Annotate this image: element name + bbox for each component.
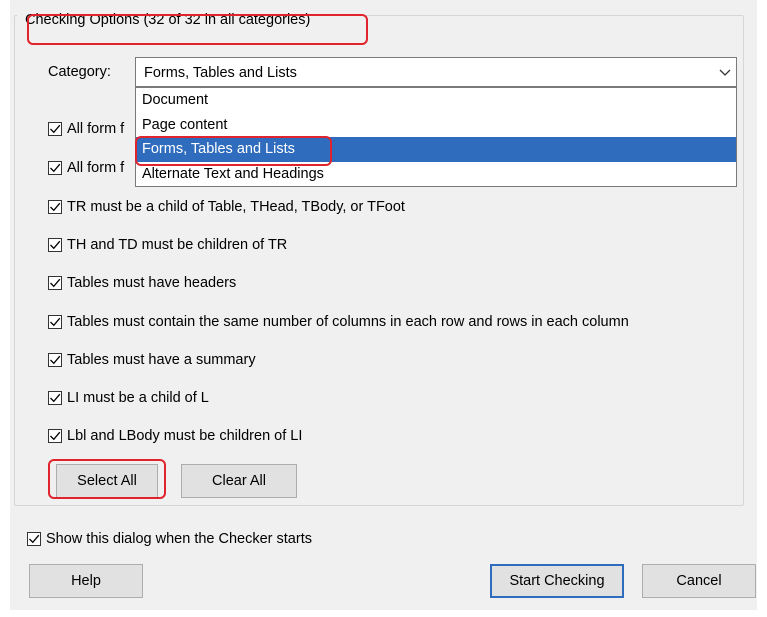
dropdown-option-document[interactable]: Document (136, 88, 736, 113)
check-row-th-td[interactable]: TH and TD must be children of TR (48, 235, 287, 255)
check-label: LI must be a child of L (67, 390, 209, 406)
category-dropdown-list: Document Page content Forms, Tables and … (135, 87, 737, 187)
chevron-down-icon (719, 69, 731, 76)
check-row-li-child[interactable]: LI must be a child of L (48, 388, 209, 408)
checkbox-checked-icon (48, 200, 62, 214)
checkbox-checked-icon (48, 161, 62, 175)
check-label: Tables must have headers (67, 275, 237, 291)
show-dialog-checkbox-row[interactable]: Show this dialog when the Checker starts (27, 529, 312, 549)
checkbox-checked-icon (48, 122, 62, 136)
check-row-headers[interactable]: Tables must have headers (48, 273, 236, 293)
group-title-wrap: Checking Options (32 of 32 in all catego… (17, 3, 319, 37)
check-label: All form f (67, 121, 125, 137)
check-label: TH and TD must be children of TR (67, 237, 288, 253)
show-dialog-label: Show this dialog when the Checker starts (46, 531, 312, 547)
check-row-summary[interactable]: Tables must have a summary (48, 350, 256, 370)
category-select[interactable]: Forms, Tables and Lists (135, 57, 737, 87)
checkbox-checked-icon (48, 238, 62, 252)
check-row-columns[interactable]: Tables must contain the same number of c… (48, 312, 629, 332)
check-label: TR must be a child of Table, THead, TBod… (67, 199, 405, 215)
select-all-button[interactable]: Select All (56, 464, 158, 498)
check-label: All form f (67, 160, 125, 176)
start-checking-button[interactable]: Start Checking (490, 564, 624, 598)
group-title: Checking Options (32 of 32 in all catego… (25, 12, 311, 28)
checkbox-checked-icon (48, 315, 62, 329)
dropdown-option-page-content[interactable]: Page content (136, 113, 736, 138)
checkbox-checked-icon (48, 391, 62, 405)
checkbox-checked-icon (27, 532, 41, 546)
help-button[interactable]: Help (29, 564, 143, 598)
check-row-lbl-lbody[interactable]: Lbl and LBody must be children of LI (48, 426, 302, 446)
check-label: Lbl and LBody must be children of LI (67, 428, 303, 444)
checkbox-checked-icon (48, 276, 62, 290)
check-label: Tables must have a summary (67, 352, 256, 368)
clear-all-button[interactable]: Clear All (181, 464, 297, 498)
category-selected-value: Forms, Tables and Lists (144, 65, 297, 81)
check-row-tr-child[interactable]: TR must be a child of Table, THead, TBod… (48, 197, 405, 217)
check-label: Tables must contain the same number of c… (67, 314, 629, 330)
cancel-button[interactable]: Cancel (642, 564, 756, 598)
dropdown-option-alternate-text[interactable]: Alternate Text and Headings (136, 162, 736, 187)
dropdown-option-forms-tables-lists[interactable]: Forms, Tables and Lists (136, 137, 736, 162)
check-row-1[interactable]: All form f (48, 119, 124, 139)
checkbox-checked-icon (48, 353, 62, 367)
category-label: Category: (48, 64, 111, 80)
check-row-2[interactable]: All form f (48, 158, 124, 178)
checkbox-checked-icon (48, 429, 62, 443)
